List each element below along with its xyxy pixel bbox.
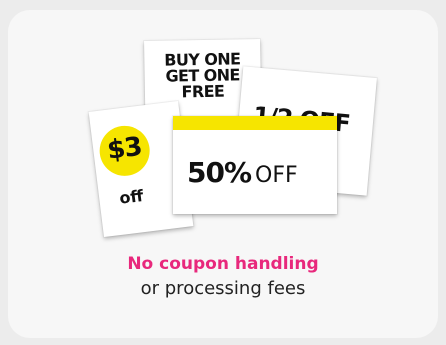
feature-card: BUY ONE GET ONE FREE 1/2 OFF $3 off 50%O… — [8, 10, 438, 338]
feature-title: No coupon handling — [127, 254, 319, 274]
dollar-amount: $3 — [105, 131, 144, 166]
dollar-off-label: off — [118, 186, 145, 208]
percent-value: 50% — [187, 156, 252, 189]
yellow-stripe — [173, 116, 337, 130]
percent-off-label: OFF — [255, 163, 298, 188]
percent-off-row: 50% OFF — [187, 156, 298, 189]
feature-subtitle: or processing fees — [140, 278, 306, 299]
percent-off-coupon: 50% OFF — [173, 116, 337, 214]
